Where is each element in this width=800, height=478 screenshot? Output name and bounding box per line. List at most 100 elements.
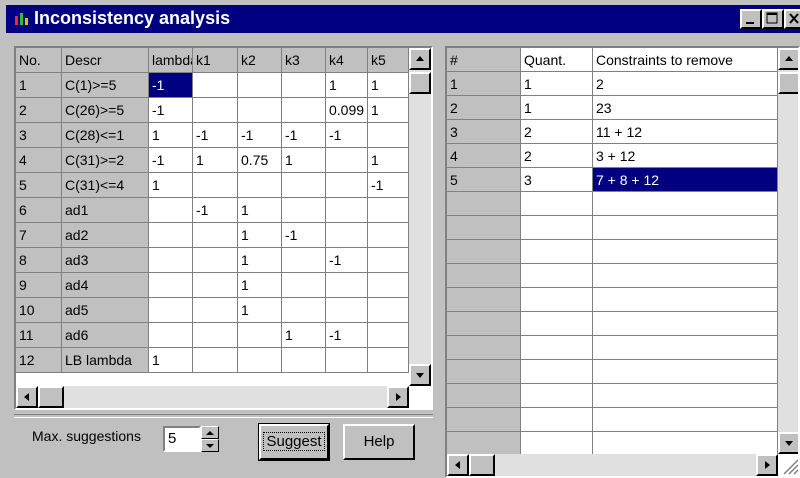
row-number-cell[interactable]: 12 (16, 348, 62, 373)
row-number-cell[interactable]: 1 (447, 72, 521, 96)
matrix-cell[interactable]: 1 (368, 98, 409, 123)
matrix-cell[interactable] (193, 248, 238, 273)
max-suggestions-spinner[interactable] (201, 426, 219, 452)
row-number-cell[interactable]: 8 (16, 248, 62, 273)
suggestion-cell[interactable] (521, 288, 593, 312)
row-number-cell[interactable]: 4 (16, 148, 62, 173)
matrix-cell[interactable] (368, 248, 409, 273)
suggestion-cell[interactable]: 2 (593, 72, 778, 96)
column-header[interactable]: Constraints to remove (593, 48, 778, 72)
suggestion-cell[interactable] (593, 360, 778, 384)
suggestion-cell[interactable] (593, 408, 778, 432)
matrix-cell[interactable] (282, 73, 326, 98)
column-header[interactable]: k2 (238, 48, 282, 73)
column-header[interactable]: Descr (62, 48, 149, 73)
row-description-cell[interactable]: ad4 (62, 273, 149, 298)
row-description-cell[interactable]: LB lambda (62, 348, 149, 373)
matrix-cell[interactable]: -1 (149, 73, 193, 98)
max-suggestions-input[interactable]: 5 (163, 426, 201, 452)
matrix-cell[interactable]: 1 (238, 223, 282, 248)
suggestion-cell[interactable]: 3 + 12 (593, 144, 778, 168)
row-number-cell[interactable]: 3 (16, 123, 62, 148)
matrix-vertical-scrollbar[interactable] (409, 48, 431, 386)
matrix-cell[interactable]: -1 (368, 173, 409, 198)
row-number-cell[interactable] (447, 336, 521, 360)
row-description-cell[interactable]: ad2 (62, 223, 149, 248)
suggestion-cell[interactable] (593, 288, 778, 312)
matrix-cell[interactable] (193, 73, 238, 98)
suggestion-cell[interactable] (593, 240, 778, 264)
row-number-cell[interactable]: 11 (16, 323, 62, 348)
h-scroll-thumb[interactable] (469, 454, 495, 476)
minimize-button[interactable] (740, 9, 762, 29)
matrix-cell[interactable] (282, 273, 326, 298)
scroll-up-button[interactable] (409, 48, 431, 70)
matrix-cell[interactable] (326, 198, 368, 223)
column-header[interactable]: # (447, 48, 521, 72)
row-number-cell[interactable] (447, 192, 521, 216)
suggestion-cell[interactable] (521, 216, 593, 240)
row-number-cell[interactable]: 5 (16, 173, 62, 198)
row-description-cell[interactable]: ad1 (62, 198, 149, 223)
row-number-cell[interactable]: 10 (16, 298, 62, 323)
matrix-cell[interactable] (326, 148, 368, 173)
scroll-up-button[interactable] (778, 48, 798, 70)
suggestion-cell[interactable] (521, 408, 593, 432)
suggestion-cell[interactable]: 11 + 12 (593, 120, 778, 144)
column-header[interactable]: No. (16, 48, 62, 73)
matrix-cell[interactable] (149, 248, 193, 273)
matrix-cell[interactable] (193, 323, 238, 348)
row-number-cell[interactable] (447, 360, 521, 384)
matrix-cell[interactable] (282, 98, 326, 123)
resize-grip-icon[interactable] (778, 454, 800, 476)
matrix-cell[interactable] (149, 323, 193, 348)
scroll-thumb[interactable] (778, 72, 798, 94)
suggestion-cell[interactable]: 3 (521, 168, 593, 192)
row-number-cell[interactable] (447, 264, 521, 288)
row-number-cell[interactable]: 4 (447, 144, 521, 168)
matrix-cell[interactable] (282, 248, 326, 273)
suggestion-cell[interactable] (593, 432, 778, 456)
matrix-cell[interactable]: -1 (282, 223, 326, 248)
panel-splitter[interactable] (435, 40, 443, 478)
row-number-cell[interactable] (447, 312, 521, 336)
matrix-cell[interactable] (282, 173, 326, 198)
row-description-cell[interactable]: C(31)>=2 (62, 148, 149, 173)
h-scroll-thumb[interactable] (38, 386, 64, 408)
matrix-cell[interactable] (326, 298, 368, 323)
matrix-cell[interactable] (368, 323, 409, 348)
matrix-cell[interactable]: 1 (238, 198, 282, 223)
suggestion-cell[interactable] (521, 360, 593, 384)
row-description-cell[interactable]: C(26)>=5 (62, 98, 149, 123)
matrix-cell[interactable] (193, 298, 238, 323)
title-bar[interactable]: Inconsistency analysis (6, 5, 800, 33)
suggestion-cell[interactable]: 1 (521, 96, 593, 120)
suggestion-cell[interactable]: 7 + 8 + 12 (593, 168, 778, 192)
matrix-cell[interactable] (238, 98, 282, 123)
matrix-cell[interactable]: 1 (238, 273, 282, 298)
suggestion-cell[interactable] (593, 264, 778, 288)
suggestion-cell[interactable]: 2 (521, 120, 593, 144)
suggestion-cell[interactable] (521, 192, 593, 216)
matrix-cell[interactable]: 1 (282, 323, 326, 348)
maximize-button[interactable] (762, 9, 784, 29)
matrix-cell[interactable] (368, 348, 409, 373)
row-number-cell[interactable]: 2 (16, 98, 62, 123)
matrix-cell[interactable]: 1 (238, 248, 282, 273)
row-number-cell[interactable] (447, 240, 521, 264)
suggestion-cell[interactable]: 23 (593, 96, 778, 120)
suggestion-cell[interactable] (593, 216, 778, 240)
matrix-cell[interactable] (149, 223, 193, 248)
matrix-cell[interactable] (326, 173, 368, 198)
matrix-cell[interactable]: -1 (149, 98, 193, 123)
suggestion-cell[interactable] (521, 312, 593, 336)
scroll-right-button[interactable] (756, 454, 778, 476)
matrix-cell[interactable] (368, 123, 409, 148)
matrix-cell[interactable]: 0.75 (238, 148, 282, 173)
suggestions-grid[interactable]: # Quant. Constraints to remove 1 1 2 2 1 23 3 2 11 … (445, 46, 800, 478)
matrix-cell[interactable] (368, 273, 409, 298)
column-header[interactable]: k5 (368, 48, 409, 73)
scroll-right-button[interactable] (387, 386, 409, 408)
matrix-cell[interactable]: 1 (149, 348, 193, 373)
help-button[interactable]: Help (343, 424, 415, 460)
